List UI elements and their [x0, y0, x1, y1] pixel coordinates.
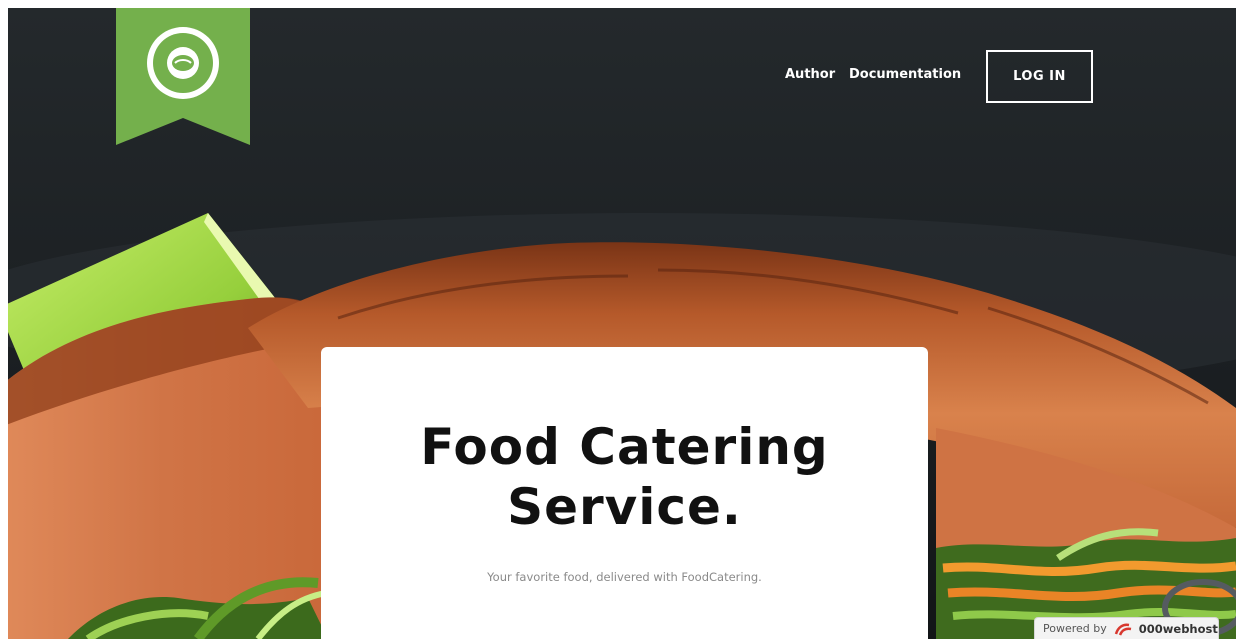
powered-by-brand: 000webhost — [1138, 621, 1218, 636]
hero-subtitle: Your favorite food, delivered with FoodC… — [487, 570, 762, 584]
login-button[interactable]: LOG IN — [986, 50, 1093, 103]
hero-title-line-1: Food Catering — [420, 418, 829, 476]
hero-title: Food Catering Service. — [321, 417, 928, 537]
hero-card: Food Catering Service. Your favorite foo… — [321, 347, 928, 639]
hero-title-line-2: Service. — [507, 478, 742, 536]
steak-shop-logo[interactable] — [116, 8, 250, 145]
webhost-swirl-icon — [1114, 623, 1132, 636]
powered-by-badge[interactable]: Powered by 000webhost — [1034, 617, 1219, 639]
powered-by-label: Powered by — [1043, 622, 1107, 635]
nav-link-author[interactable]: Author — [785, 67, 835, 83]
nav-link-documentation[interactable]: Documentation — [849, 67, 961, 83]
